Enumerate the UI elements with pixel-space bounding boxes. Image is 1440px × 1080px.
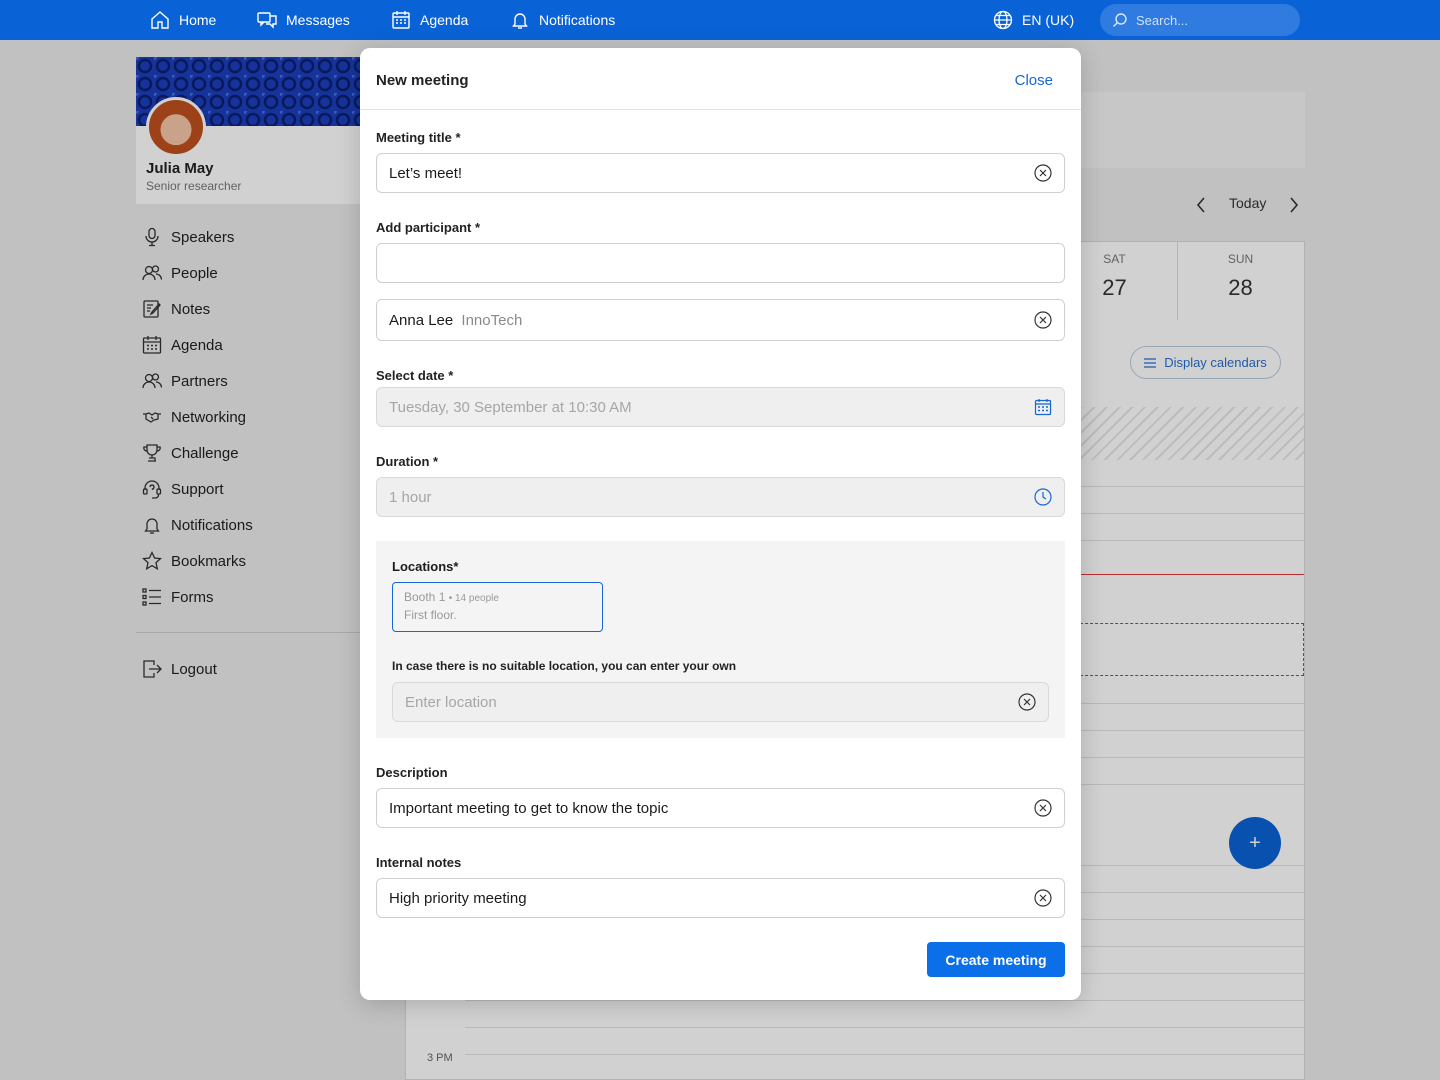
description-label: Description (376, 765, 448, 780)
clear-icon[interactable] (1034, 799, 1052, 817)
calendar-icon[interactable] (1034, 398, 1052, 416)
calendar-icon (392, 11, 410, 29)
date-picker-input[interactable]: Tuesday, 30 September at 10:30 AM (376, 387, 1065, 427)
clock-icon[interactable] (1034, 488, 1052, 506)
date-label: Select date * (376, 368, 454, 383)
meeting-title-label: Meeting title * (376, 130, 461, 145)
nav-home[interactable]: Home (150, 0, 216, 40)
participant-company: InnoTech (461, 311, 523, 329)
date-value: Tuesday, 30 September at 10:30 AM (389, 398, 632, 416)
custom-location-input[interactable]: Enter location (392, 682, 1049, 722)
clear-icon[interactable] (1034, 164, 1052, 182)
search-input[interactable]: Search... (1100, 4, 1300, 36)
location-name: Booth 1 (404, 590, 446, 604)
duration-value: 1 hour (389, 488, 432, 506)
internal-notes-label: Internal notes (376, 855, 462, 870)
custom-location-placeholder: Enter location (405, 693, 497, 711)
location-capacity: 14 people (455, 593, 499, 604)
participant-label: Add participant * (376, 220, 481, 235)
top-navigation-bar: Home Messages Agenda Notifications EN (U… (0, 0, 1440, 40)
duration-input[interactable]: 1 hour (376, 477, 1065, 517)
participant-name: Anna Lee (389, 311, 454, 329)
nav-messages[interactable]: Messages (257, 0, 350, 40)
location-detail: First floor. (404, 608, 457, 622)
internal-notes-value: High priority meeting (389, 889, 527, 907)
clear-icon[interactable] (1018, 693, 1036, 711)
nav-messages-label: Messages (286, 12, 350, 28)
duration-label: Duration * (376, 454, 439, 469)
dialog-header: New meeting Close (360, 48, 1081, 110)
location-option-booth-1[interactable]: Booth 1 • 14 people First floor. (392, 582, 603, 632)
locations-label: Locations* (392, 559, 459, 574)
create-meeting-button[interactable]: Create meeting (927, 942, 1065, 977)
meeting-title-input[interactable]: Let’s meet! (376, 153, 1065, 193)
language-selector[interactable]: EN (UK) (993, 0, 1074, 40)
description-value: Important meeting to get to know the top… (389, 799, 669, 817)
nav-notifications-label: Notifications (539, 12, 616, 28)
search-icon (1113, 13, 1127, 27)
participant-input[interactable] (376, 243, 1065, 283)
close-button[interactable]: Close (1015, 72, 1053, 89)
participant-chip: Anna Lee InnoTech (376, 299, 1065, 341)
locations-section: Locations* Booth 1 • 14 people First flo… (376, 541, 1065, 738)
dialog-title: New meeting (376, 72, 469, 89)
nav-agenda-label: Agenda (420, 12, 469, 28)
nav-notifications[interactable]: Notifications (510, 0, 615, 40)
home-icon (151, 11, 169, 29)
bell-icon (512, 13, 528, 29)
custom-location-label: In case there is no suitable location, y… (392, 659, 737, 673)
messages-icon (257, 12, 277, 29)
nav-home-label: Home (179, 12, 217, 28)
description-input[interactable]: Important meeting to get to know the top… (376, 788, 1065, 828)
new-meeting-dialog: New meeting Close Meeting title * Let’s … (360, 48, 1081, 1000)
search-placeholder: Search... (1136, 12, 1189, 28)
globe-icon (993, 10, 1013, 30)
remove-participant-icon[interactable] (1034, 311, 1052, 329)
internal-notes-input[interactable]: High priority meeting (376, 878, 1065, 918)
language-label: EN (UK) (1022, 12, 1075, 28)
clear-icon[interactable] (1034, 889, 1052, 907)
nav-agenda[interactable]: Agenda (391, 0, 468, 40)
meeting-title-value: Let’s meet! (389, 164, 463, 182)
